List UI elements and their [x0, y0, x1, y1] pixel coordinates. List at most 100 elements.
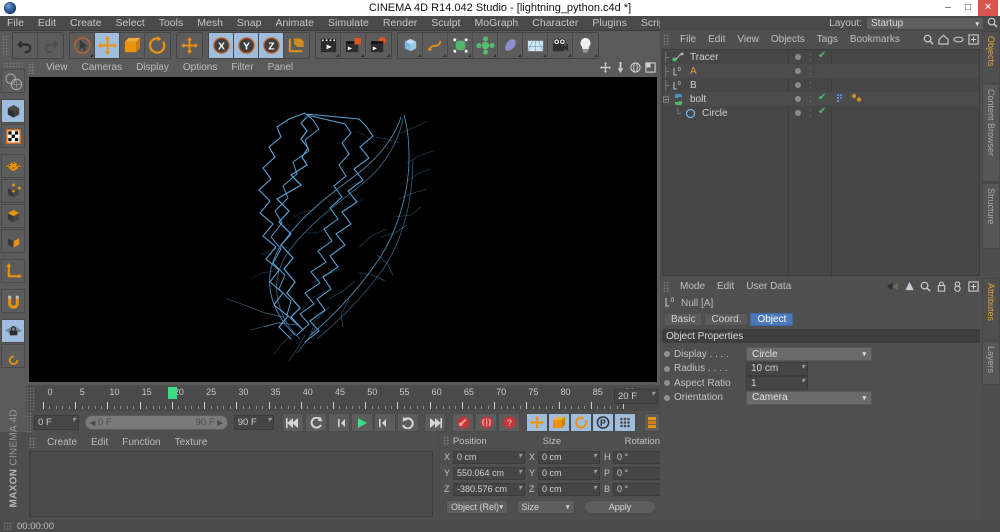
light-button[interactable]	[573, 33, 598, 58]
menu-item-character[interactable]: Character	[525, 16, 585, 31]
object-visibility-dot[interactable]	[795, 82, 801, 88]
object-menu-bookmarks[interactable]: Bookmarks	[844, 34, 906, 45]
viewport-grip[interactable]	[28, 62, 35, 74]
object-row[interactable]: ├ 0 B · ·	[663, 78, 979, 92]
maximize-button[interactable]: □	[958, 0, 978, 16]
object-visibility-toggles[interactable]: · ·	[809, 107, 812, 120]
object-menu-file[interactable]: File	[674, 34, 702, 45]
step-forward-button[interactable]	[374, 413, 397, 432]
viewport-menu-display[interactable]: Display	[129, 60, 176, 76]
fps-spinner[interactable]: ▾	[651, 390, 655, 398]
spinner[interactable]: ▾	[801, 362, 805, 370]
point-level-anim-toggle[interactable]	[614, 413, 637, 432]
attribute-manager-grip[interactable]	[663, 280, 670, 292]
spinner[interactable]: ▾	[518, 451, 522, 459]
coord-size-dropdown[interactable]: Size ▾	[516, 500, 575, 514]
search-icon[interactable]	[920, 281, 931, 295]
material-menu-edit[interactable]: Edit	[84, 437, 115, 448]
polygon-face-mode-button[interactable]	[1, 229, 25, 253]
model-mode-button[interactable]	[1, 99, 25, 123]
coordinates-grip[interactable]	[443, 436, 450, 446]
property-dropdown[interactable]: Circle ▾	[746, 347, 872, 361]
tab-layers[interactable]: Layers	[982, 341, 1000, 385]
spinner[interactable]: ▾	[801, 377, 805, 385]
lock-workplane-button[interactable]	[1, 319, 25, 343]
viewport-menu-view[interactable]: View	[39, 60, 75, 76]
viewport-menu-options[interactable]: Options	[176, 60, 224, 76]
maximize-viewport-icon[interactable]	[645, 62, 656, 73]
document-end-field[interactable]: 90 F ▾	[233, 415, 275, 430]
up-arrow-icon[interactable]	[904, 281, 915, 295]
previous-key-button[interactable]	[328, 413, 351, 432]
undo-button[interactable]	[13, 33, 38, 58]
coord-mode-dropdown[interactable]: Object (Rel) ▾	[446, 500, 508, 514]
rotate-tool-button[interactable]	[145, 33, 170, 58]
layout-dropdown[interactable]: Startup ▾	[866, 17, 984, 30]
object-tree[interactable]: ├ Tracer · · ✔ ├ 0 A · · ├ 0 B · · bolt · · ✔ └ Circle · · ✔	[662, 49, 980, 277]
object-enabled-check[interactable]: ✔	[818, 92, 826, 103]
size-field[interactable]: 0 cm ▾	[538, 450, 600, 464]
redo-button[interactable]	[38, 33, 63, 58]
play-button[interactable]	[351, 413, 374, 432]
object-menu-objects[interactable]: Objects	[765, 34, 811, 45]
nurbs-generator-button[interactable]	[448, 33, 473, 58]
minimize-button[interactable]: –	[938, 0, 958, 16]
record-keyframe-button[interactable]	[452, 413, 475, 432]
menu-item-snap[interactable]: Snap	[230, 16, 269, 31]
object-visibility-toggles[interactable]: · ·	[809, 51, 812, 64]
size-field[interactable]: 0 cm ▾	[538, 466, 600, 480]
attribute-menu-mode[interactable]: Mode	[674, 281, 711, 292]
object-name[interactable]: Tracer	[690, 52, 719, 63]
step-back-button[interactable]	[305, 413, 328, 432]
cube-primitive-button[interactable]	[398, 33, 423, 58]
menu-item-plugins[interactable]: Plugins	[585, 16, 633, 31]
property-dropdown[interactable]: Camera ▾	[746, 390, 872, 405]
back-arrow-icon[interactable]	[886, 281, 899, 295]
object-enabled-check[interactable]: ✔	[818, 106, 826, 117]
object-enabled-check[interactable]: ✔	[818, 50, 826, 61]
timeline-grip[interactable]	[26, 387, 35, 411]
left-toolbar-grip[interactable]	[3, 62, 23, 68]
position-key-toggle[interactable]	[526, 413, 549, 432]
object-row[interactable]: ├ 0 A · ·	[663, 64, 979, 78]
spinner[interactable]: ▾	[518, 483, 522, 491]
menu-item-tools[interactable]: Tools	[152, 16, 191, 31]
timeline-controls-grip[interactable]	[26, 412, 33, 433]
timeline-playhead[interactable]	[167, 387, 177, 399]
edges-mode-button[interactable]	[1, 179, 25, 203]
world-object-coord-button[interactable]	[284, 33, 309, 58]
attribute-tab-basic[interactable]: Basic	[664, 313, 703, 326]
search-icon[interactable]	[923, 34, 934, 48]
search-icon[interactable]	[984, 17, 1000, 31]
scale-tool-button[interactable]	[120, 33, 145, 58]
home-root-icon[interactable]	[938, 34, 949, 48]
z-axis-lock-button[interactable]: Z	[259, 33, 284, 58]
viewport-menu-cameras[interactable]: Cameras	[75, 60, 130, 76]
object-row[interactable]: ├ Tracer · · ✔	[663, 50, 979, 64]
timeline-ruler-track[interactable]: 051015202530354045505560657075808590	[35, 387, 660, 411]
object-visibility-toggles[interactable]: · ·	[809, 79, 812, 92]
object-visibility-dot[interactable]	[795, 110, 801, 116]
fps-field[interactable]: 20 F ▾	[614, 389, 658, 404]
spline-pen-button[interactable]	[423, 33, 448, 58]
current-frame-spinner[interactable]: ▾	[72, 416, 76, 424]
preview-range-bar[interactable]: ◀ 0 F 90 F ▶	[84, 415, 228, 430]
attribute-menu-user-data[interactable]: User Data	[740, 281, 797, 292]
menu-item-mesh[interactable]: Mesh	[190, 16, 230, 31]
object-menu-tags[interactable]: Tags	[811, 34, 844, 45]
scale-key-toggle[interactable]	[548, 413, 571, 432]
keyframe-selection-button[interactable]: ?	[498, 413, 521, 432]
menu-item-edit[interactable]: Edit	[31, 16, 63, 31]
material-manager-grip[interactable]	[29, 436, 36, 448]
object-name[interactable]: B	[690, 80, 697, 91]
material-menu-create[interactable]: Create	[40, 437, 84, 448]
size-field[interactable]: 0 cm ▾	[538, 482, 600, 496]
parameter-key-toggle[interactable]: P	[592, 413, 615, 432]
property-number-field[interactable]: 1 ▾	[746, 376, 808, 390]
render-settings-button[interactable]	[366, 33, 391, 58]
object-visibility-dot[interactable]	[795, 54, 801, 60]
object-row[interactable]: └ Circle · · ✔	[663, 106, 979, 120]
object-manager-grip[interactable]	[663, 33, 670, 45]
menu-item-animate[interactable]: Animate	[268, 16, 321, 31]
x-axis-lock-button[interactable]: X	[209, 33, 234, 58]
